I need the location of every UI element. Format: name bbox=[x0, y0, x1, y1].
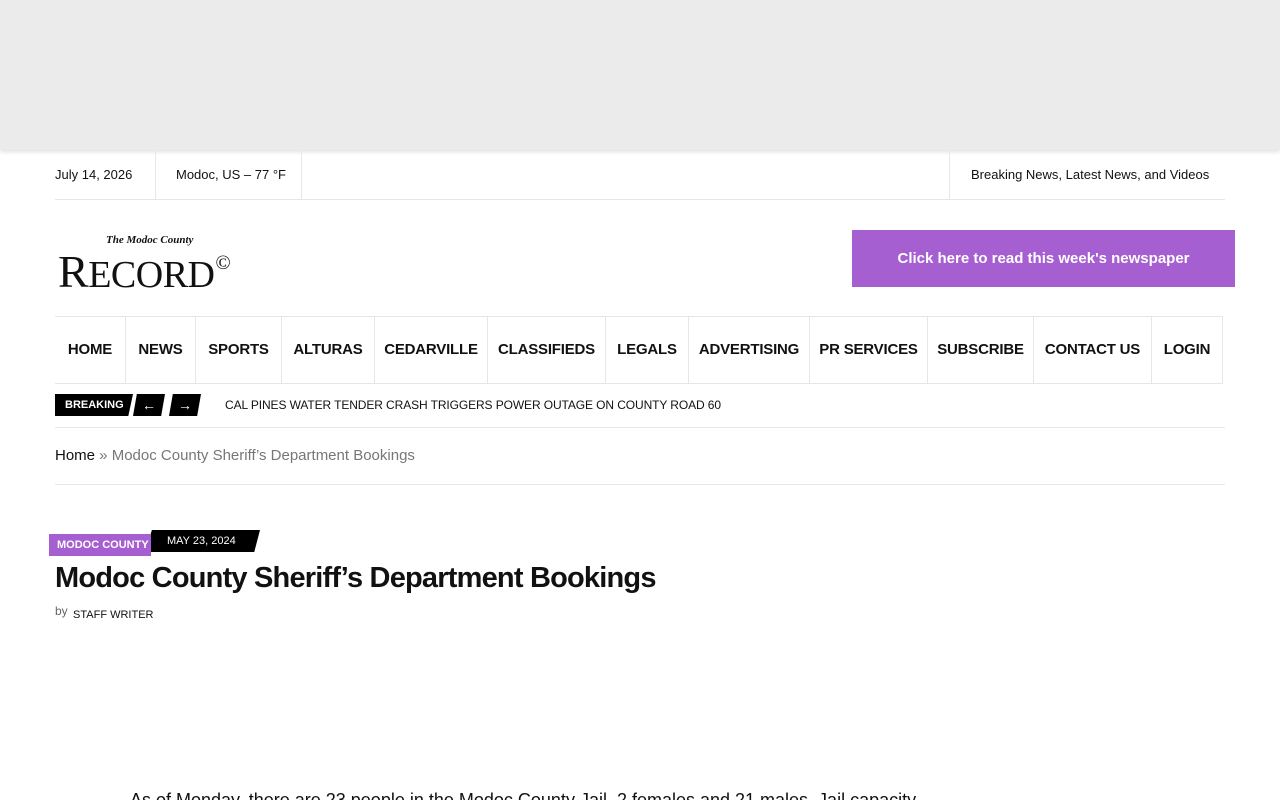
nav-item-sports[interactable]: SPORTS bbox=[196, 317, 282, 383]
arrow-right-icon[interactable]: → bbox=[169, 394, 201, 416]
nav-item-alturas[interactable]: ALTURAS bbox=[282, 317, 375, 383]
byline: by STAFF WRITER bbox=[55, 604, 154, 621]
read-newspaper-button[interactable]: Click here to read this week's newspaper bbox=[852, 230, 1235, 287]
logo-initial: R bbox=[58, 246, 89, 297]
logo-copyright-mark: © bbox=[215, 252, 231, 274]
nav-item-contact-us[interactable]: CONTACT US bbox=[1034, 317, 1152, 383]
nav-item-home[interactable]: HOME bbox=[55, 317, 126, 383]
breadcrumb-current: Modoc County Sheriff’s Department Bookin… bbox=[111, 447, 415, 464]
article-title: Modoc County Sheriff’s Department Bookin… bbox=[55, 562, 656, 594]
nav-item-legals[interactable]: LEGALS bbox=[606, 317, 689, 383]
current-date: July 14, 2026 bbox=[55, 150, 156, 200]
category-badge[interactable]: MODOC COUNTY bbox=[49, 534, 151, 556]
nav-item-advertising[interactable]: ADVERTISING bbox=[689, 317, 810, 383]
breadcrumb-separator: » bbox=[95, 447, 112, 464]
article-first-line: As of Monday, there are 23 people in the… bbox=[130, 790, 917, 800]
breadcrumb-home-link[interactable]: Home bbox=[55, 447, 95, 464]
breadcrumb: Home » Modoc County Sheriff’s Department… bbox=[55, 428, 1225, 485]
nav-item-subscribe[interactable]: SUBSCRIBE bbox=[928, 317, 1034, 383]
breaking-headline[interactable]: CAL PINES WATER TENDER CRASH TRIGGERS PO… bbox=[225, 394, 721, 416]
site-tagline: Breaking News, Latest News, and Videos bbox=[949, 150, 1225, 200]
breaking-news-ticker: BREAKING ← → CAL PINES WATER TENDER CRAS… bbox=[55, 394, 1225, 428]
breaking-label: BREAKING bbox=[55, 394, 133, 416]
site-logo[interactable]: The Modoc County RECORD© bbox=[58, 234, 258, 296]
nav-item-classifieds[interactable]: CLASSIFIEDS bbox=[488, 317, 606, 383]
author-link[interactable]: STAFF WRITER bbox=[73, 609, 153, 621]
arrow-left-icon[interactable]: ← bbox=[133, 394, 165, 416]
top-bar: July 14, 2026 Modoc, US – 77 °F Breaking… bbox=[55, 150, 1225, 200]
article-date: MAY 23, 2024 bbox=[145, 530, 260, 552]
ad-banner bbox=[0, 0, 1280, 150]
nav-item-cedarville[interactable]: CEDARVILLE bbox=[375, 317, 488, 383]
byline-prefix: by bbox=[55, 604, 68, 618]
nav-item-pr-services[interactable]: PR SERVICES bbox=[810, 317, 928, 383]
nav-item-login[interactable]: LOGIN bbox=[1152, 317, 1223, 383]
nav-item-news[interactable]: NEWS bbox=[126, 317, 196, 383]
weather-readout: Modoc, US – 77 °F bbox=[156, 150, 302, 200]
logo-big-text: RECORD© bbox=[58, 240, 231, 298]
main-navigation: HOME NEWS SPORTS ALTURAS CEDARVILLE CLAS… bbox=[55, 316, 1223, 384]
logo-rest: ECORD bbox=[88, 254, 215, 296]
